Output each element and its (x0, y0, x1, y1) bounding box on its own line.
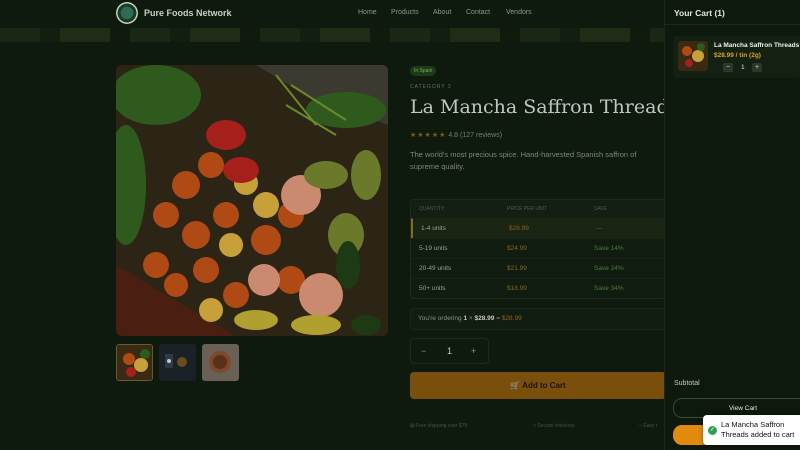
return-icon: ○ (639, 423, 643, 429)
tier-save: Save 14% (594, 245, 624, 252)
ordering-qty: 1 (463, 315, 468, 322)
cart-item-qty: 1 (741, 64, 745, 71)
tier-price: $24.99 (507, 245, 527, 252)
cart-item: La Mancha Saffron Threads $28.99 / tin (… (673, 36, 800, 78)
header-price: PRICE PER UNIT (507, 206, 548, 212)
origin-badge: In Spain (410, 66, 437, 76)
rating-stars-icon: ★★★★★ (410, 132, 447, 139)
tier-price: $21.99 (507, 265, 527, 272)
tier-row: 1-4 units $28.99 — (411, 218, 665, 238)
toast-message: La Mancha Saffron Threads added to cart (721, 420, 795, 439)
product-main-image[interactable] (116, 65, 388, 336)
perk-secure: □ Secure checkout (533, 423, 575, 429)
pricing-tier-table: QUANTITY PRICE PER UNIT SAVE 1-4 units $… (410, 199, 666, 299)
added-to-cart-toast: ✓ La Mancha Saffron Threads added to car… (703, 415, 800, 445)
perk-secure-label: Secure checkout (537, 423, 575, 429)
tier-save: Save 34% (594, 285, 624, 292)
divider (665, 24, 800, 25)
ordering-equals: = (494, 315, 502, 322)
nav-home[interactable]: Home (358, 9, 377, 16)
add-to-cart-label: Add to Cart (522, 381, 566, 390)
tier-price: $18.99 (507, 285, 527, 292)
nav-products[interactable]: Products (391, 9, 419, 16)
tier-row: 20-49 units $21.99 Save 24% (411, 258, 665, 278)
review-count[interactable]: (127 reviews) (460, 132, 502, 139)
lock-icon: □ (533, 423, 537, 429)
cart-item-name: La Mancha Saffron Threads (714, 42, 800, 49)
ordering-prefix: You're ordering (418, 315, 462, 322)
thumbnail-3[interactable] (202, 344, 239, 381)
quantity-value[interactable]: 1 (447, 346, 452, 356)
header-save: SAVE (594, 206, 607, 212)
cart-title: Your Cart (1) (674, 8, 725, 18)
cart-drawer: Your Cart (1) La Mancha Saffron Threads … (664, 0, 800, 450)
tier-table-header: QUANTITY PRICE PER UNIT SAVE (411, 200, 665, 218)
tier-qty: 5-19 units (419, 245, 448, 252)
cart-item-price: $28.99 / tin (2g) (714, 52, 761, 59)
product-description: The world's most precious spice. Hand-ha… (410, 150, 637, 171)
product-title: La Mancha Saffron Threads (410, 96, 679, 118)
ordering-price: $28.99 (474, 315, 495, 322)
nav-vendors[interactable]: Vendors (506, 9, 532, 16)
logo-icon[interactable] (116, 2, 138, 24)
brand-name[interactable]: Pure Foods Network (144, 8, 232, 18)
perk-returns-label: Easy r (643, 423, 658, 429)
increase-qty-button[interactable]: + (471, 346, 476, 356)
perk-returns: ○ Easy r (639, 423, 658, 429)
perk-shipping-label: Free shipping over $75 (416, 423, 468, 429)
nav-contact[interactable]: Contact (466, 9, 490, 16)
thumbnail-2[interactable] (159, 344, 196, 381)
quantity-stepper: − 1 + (410, 338, 489, 364)
tier-save: Save 24% (594, 265, 624, 272)
cart-item-image (678, 41, 708, 71)
nav-about[interactable]: About (433, 9, 451, 16)
add-to-cart-button[interactable]: 🛒 Add to Cart (410, 372, 666, 399)
header-quantity: QUANTITY (419, 206, 445, 212)
tier-row: 5-19 units $24.99 Save 14% (411, 238, 665, 258)
subtotal-label: Subtotal (674, 380, 700, 387)
tier-save: — (596, 225, 603, 232)
product-category: CATEGORY 3 (410, 84, 452, 90)
rating-value: 4.8 (448, 132, 459, 139)
truck-icon: ▤ (410, 423, 415, 429)
perk-shipping: ▤ Free shipping over $75 (410, 423, 467, 429)
thumbnail-1[interactable] (116, 344, 153, 381)
check-icon: ✓ (708, 426, 717, 435)
order-summary-line: You're ordering 1 × $28.99 = $28.99 (410, 308, 666, 330)
tier-qty: 1-4 units (421, 225, 446, 232)
product-rating: ★★★★★ 4.8 (127 reviews) (410, 131, 502, 139)
decrease-qty-button[interactable]: − (421, 346, 426, 356)
tier-qty: 20-49 units (419, 265, 452, 272)
tier-row: 50+ units $18.99 Save 34% (411, 278, 665, 298)
tier-qty: 50+ units (419, 285, 446, 292)
cart-icon: 🛒 (510, 381, 521, 390)
cart-increase-button[interactable]: + (752, 63, 762, 72)
cart-decrease-button[interactable]: − (723, 63, 733, 72)
ordering-total: $28.99 (501, 315, 522, 322)
tier-price: $28.99 (509, 225, 529, 232)
